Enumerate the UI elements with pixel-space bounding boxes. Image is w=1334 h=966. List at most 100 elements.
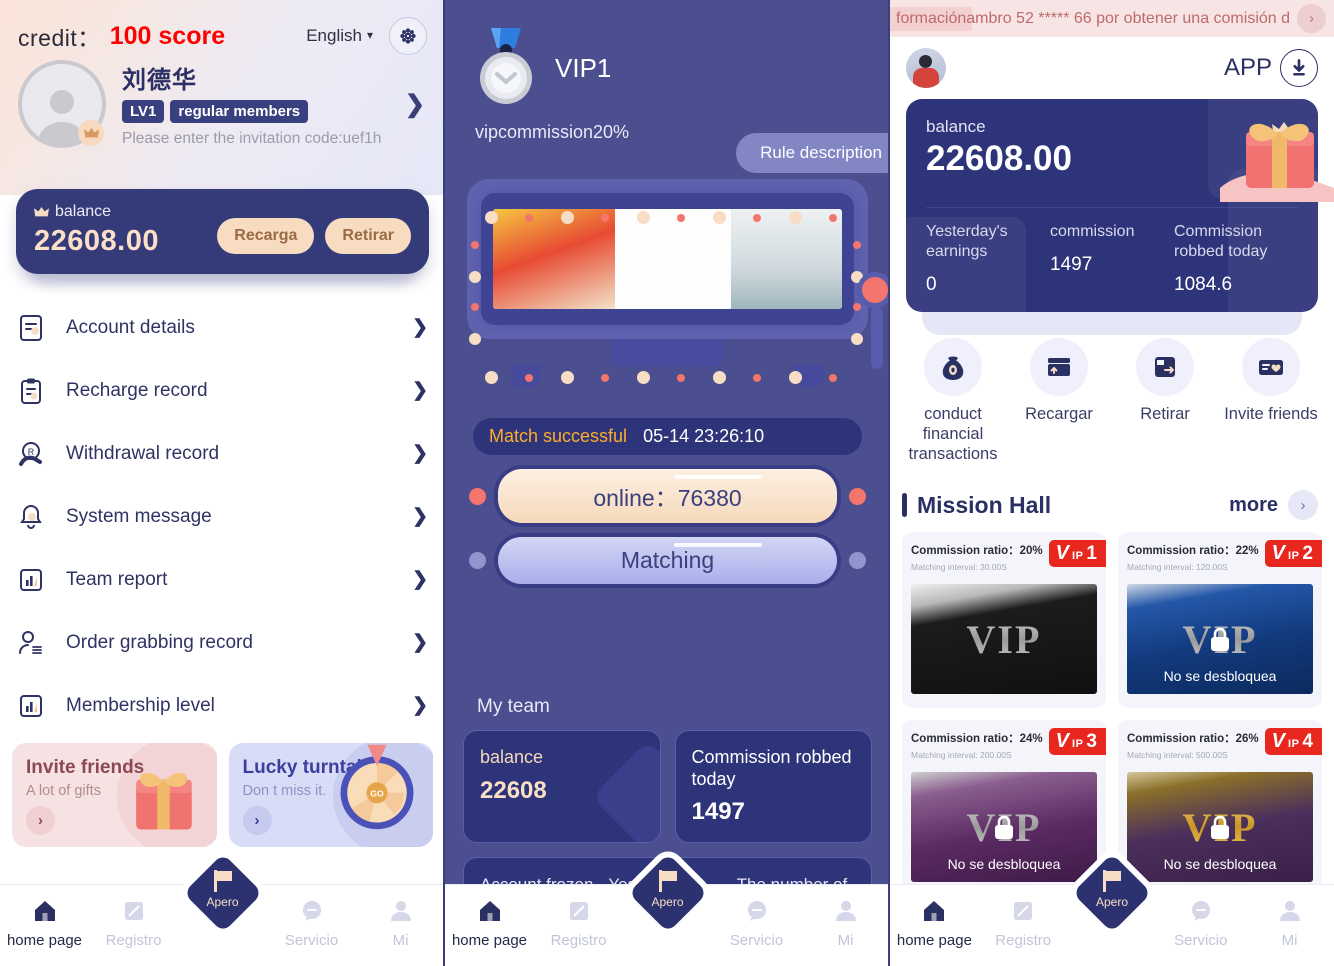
app-download-button[interactable] bbox=[1280, 49, 1318, 87]
tab-servicio[interactable]: Servicio bbox=[712, 897, 801, 949]
section-accent-bar bbox=[902, 493, 907, 518]
tab-label: Registro bbox=[550, 932, 607, 949]
badge-ip: IP bbox=[1072, 738, 1084, 751]
quick-action-label: conduct financial transactions bbox=[908, 405, 998, 463]
vip-header: VIP1 bbox=[445, 0, 890, 110]
vip-panel: VIP1 vipcommission20% Rule description M… bbox=[445, 0, 890, 966]
tab-registro[interactable]: Registro bbox=[534, 897, 623, 949]
home-icon bbox=[924, 901, 945, 921]
profile-info: 刘德华 LV1 regular members Please enter the… bbox=[122, 60, 399, 148]
tab-label: Mi bbox=[1281, 932, 1298, 949]
tab-registro[interactable]: Registro bbox=[89, 897, 178, 949]
promo-cards: Invite friends A lot of gifts › Lucky tu… bbox=[0, 737, 445, 847]
slot-machine bbox=[467, 179, 888, 384]
tab-home-page[interactable]: home page bbox=[890, 897, 979, 949]
balance-stats: Yesterday's earnings 0 commission 1497 C… bbox=[926, 207, 1298, 296]
badge-v: V bbox=[1055, 730, 1070, 753]
avatar[interactable] bbox=[906, 48, 946, 88]
lamp-left-off bbox=[469, 552, 486, 569]
menu-item-order-grabbing-record[interactable]: Order grabbing record ❯ bbox=[0, 611, 445, 674]
menu-item-account-details[interactable]: Account details ❯ bbox=[0, 296, 445, 359]
menu-item-system-message[interactable]: System message ❯ bbox=[0, 485, 445, 548]
fab-apero-button[interactable]: Apero bbox=[627, 853, 708, 933]
mission-hall-title: Mission Hall bbox=[917, 491, 1052, 518]
chevron-right-icon: ❯ bbox=[412, 632, 428, 653]
notice-tag: formación bbox=[890, 6, 973, 31]
profile-chevron-icon[interactable]: ❯ bbox=[399, 90, 431, 119]
fab-apero-button[interactable]: Apero bbox=[1072, 853, 1152, 933]
mission-hall-header: Mission Hall more › bbox=[890, 464, 1334, 521]
vip-card-4[interactable]: Commission ratio：26% Matching interval: … bbox=[1118, 720, 1322, 897]
quick-action-financial-transactions[interactable]: conduct financial transactions bbox=[900, 338, 1006, 464]
team-card-value: 1497 bbox=[691, 798, 745, 826]
slot-lever[interactable] bbox=[862, 277, 890, 369]
tab-servicio[interactable]: Servicio bbox=[1156, 897, 1245, 949]
locked-text: No se desbloquea bbox=[1163, 668, 1277, 685]
crown-icon bbox=[83, 128, 99, 138]
person-icon bbox=[835, 901, 856, 921]
vip-card-2[interactable]: Commission ratio：22% Matching interval: … bbox=[1118, 532, 1322, 709]
stat-value: 1084.6 bbox=[1174, 274, 1233, 295]
tab-mi[interactable]: Mi bbox=[356, 897, 445, 949]
fab-label: Apero bbox=[1095, 895, 1129, 909]
bell-icon bbox=[14, 500, 48, 534]
tab-registro[interactable]: Registro bbox=[979, 897, 1068, 949]
balance-card-wrap: balance 22608.00 Recarga Retirar bbox=[0, 189, 445, 285]
vip-card-3[interactable]: Commission ratio：24% Matching interval: … bbox=[902, 720, 1106, 897]
balance-label-row: balance bbox=[34, 203, 217, 221]
notice-banner[interactable]: formación ambro 52 ***** 66 por obtener … bbox=[890, 0, 1334, 37]
vip-card-1[interactable]: Commission ratio：20% Matching interval: … bbox=[902, 532, 1106, 709]
mission-vip-cards: Commission ratio：20% Matching interval: … bbox=[890, 520, 1334, 897]
tab-mi[interactable]: Mi bbox=[801, 897, 890, 949]
withdraw-button[interactable]: Retirar bbox=[325, 218, 411, 254]
chevron-right-icon[interactable]: › bbox=[1288, 490, 1318, 521]
recharge-button[interactable]: Recarga bbox=[217, 218, 315, 254]
promo-lucky-turntable[interactable]: Lucky turntable Don t miss it. › GO bbox=[228, 743, 433, 847]
tab-label: Servicio bbox=[1174, 932, 1228, 949]
promo-arrow-icon[interactable]: › bbox=[242, 806, 272, 835]
mission-hall-more-label[interactable]: more bbox=[1229, 494, 1278, 517]
quick-action-recargar[interactable]: Recargar bbox=[1006, 338, 1112, 464]
menu-item-membership-level[interactable]: Membership level ❯ bbox=[0, 674, 445, 737]
svg-text:GO: GO bbox=[370, 789, 384, 799]
promo-invite-friends[interactable]: Invite friends A lot of gifts › bbox=[12, 743, 217, 847]
slot-footer bbox=[445, 339, 890, 387]
money-bag-icon bbox=[924, 338, 982, 396]
stat-yesterday-earnings: Yesterday's earnings 0 bbox=[926, 222, 1050, 296]
fab-apero-button[interactable]: Apero bbox=[182, 853, 263, 933]
match-time: 05-14 23:26:10 bbox=[643, 426, 765, 446]
team-card-balance: balance 22608 bbox=[463, 730, 661, 844]
tab-home-page[interactable]: home page bbox=[0, 897, 89, 949]
fortune-wheel-icon: GO bbox=[340, 744, 414, 830]
quick-action-retirar[interactable]: Retirar bbox=[1112, 338, 1218, 464]
flag-icon bbox=[658, 870, 677, 892]
quick-action-invite-friends[interactable]: Invite friends bbox=[1218, 338, 1324, 464]
balance-actions: Recarga Retirar bbox=[217, 218, 411, 258]
tab-servicio[interactable]: Servicio bbox=[267, 897, 356, 949]
notice-next-icon[interactable]: › bbox=[1297, 4, 1326, 33]
settings-button[interactable] bbox=[389, 17, 427, 55]
badge-v: V bbox=[1271, 542, 1286, 565]
locked-text: No se desbloquea bbox=[947, 856, 1061, 873]
vip-card-image: VIP No se desbloquea bbox=[1127, 584, 1313, 695]
lock-icon bbox=[995, 815, 1013, 840]
menu-item-withdrawal-record[interactable]: R Withdrawal record ❯ bbox=[0, 422, 445, 485]
menu-item-team-report[interactable]: Team report ❯ bbox=[0, 548, 445, 611]
balance-label: balance bbox=[55, 203, 112, 220]
lock-icon bbox=[1211, 815, 1229, 840]
tab-home-page[interactable]: home page bbox=[445, 897, 534, 949]
rule-description-button[interactable]: Rule description bbox=[736, 133, 890, 173]
vip-level-badge: V IP 3 bbox=[1048, 728, 1106, 756]
tab-label: home page bbox=[6, 932, 83, 949]
screen-divider-1 bbox=[443, 0, 445, 966]
profile-row[interactable]: 刘德华 LV1 regular members Please enter the… bbox=[0, 54, 445, 149]
badge-ip: IP bbox=[1288, 550, 1300, 563]
language-selector[interactable]: English ▾ bbox=[306, 26, 373, 46]
promo-arrow-icon[interactable]: › bbox=[26, 806, 55, 835]
avatar[interactable] bbox=[18, 60, 106, 149]
tab-mi[interactable]: Mi bbox=[1245, 897, 1334, 949]
document-list-icon bbox=[14, 311, 48, 345]
matching-button[interactable]: Matching bbox=[498, 537, 837, 584]
lamp-right-off bbox=[849, 552, 866, 569]
menu-item-recharge-record[interactable]: Recharge record ❯ bbox=[0, 359, 445, 422]
